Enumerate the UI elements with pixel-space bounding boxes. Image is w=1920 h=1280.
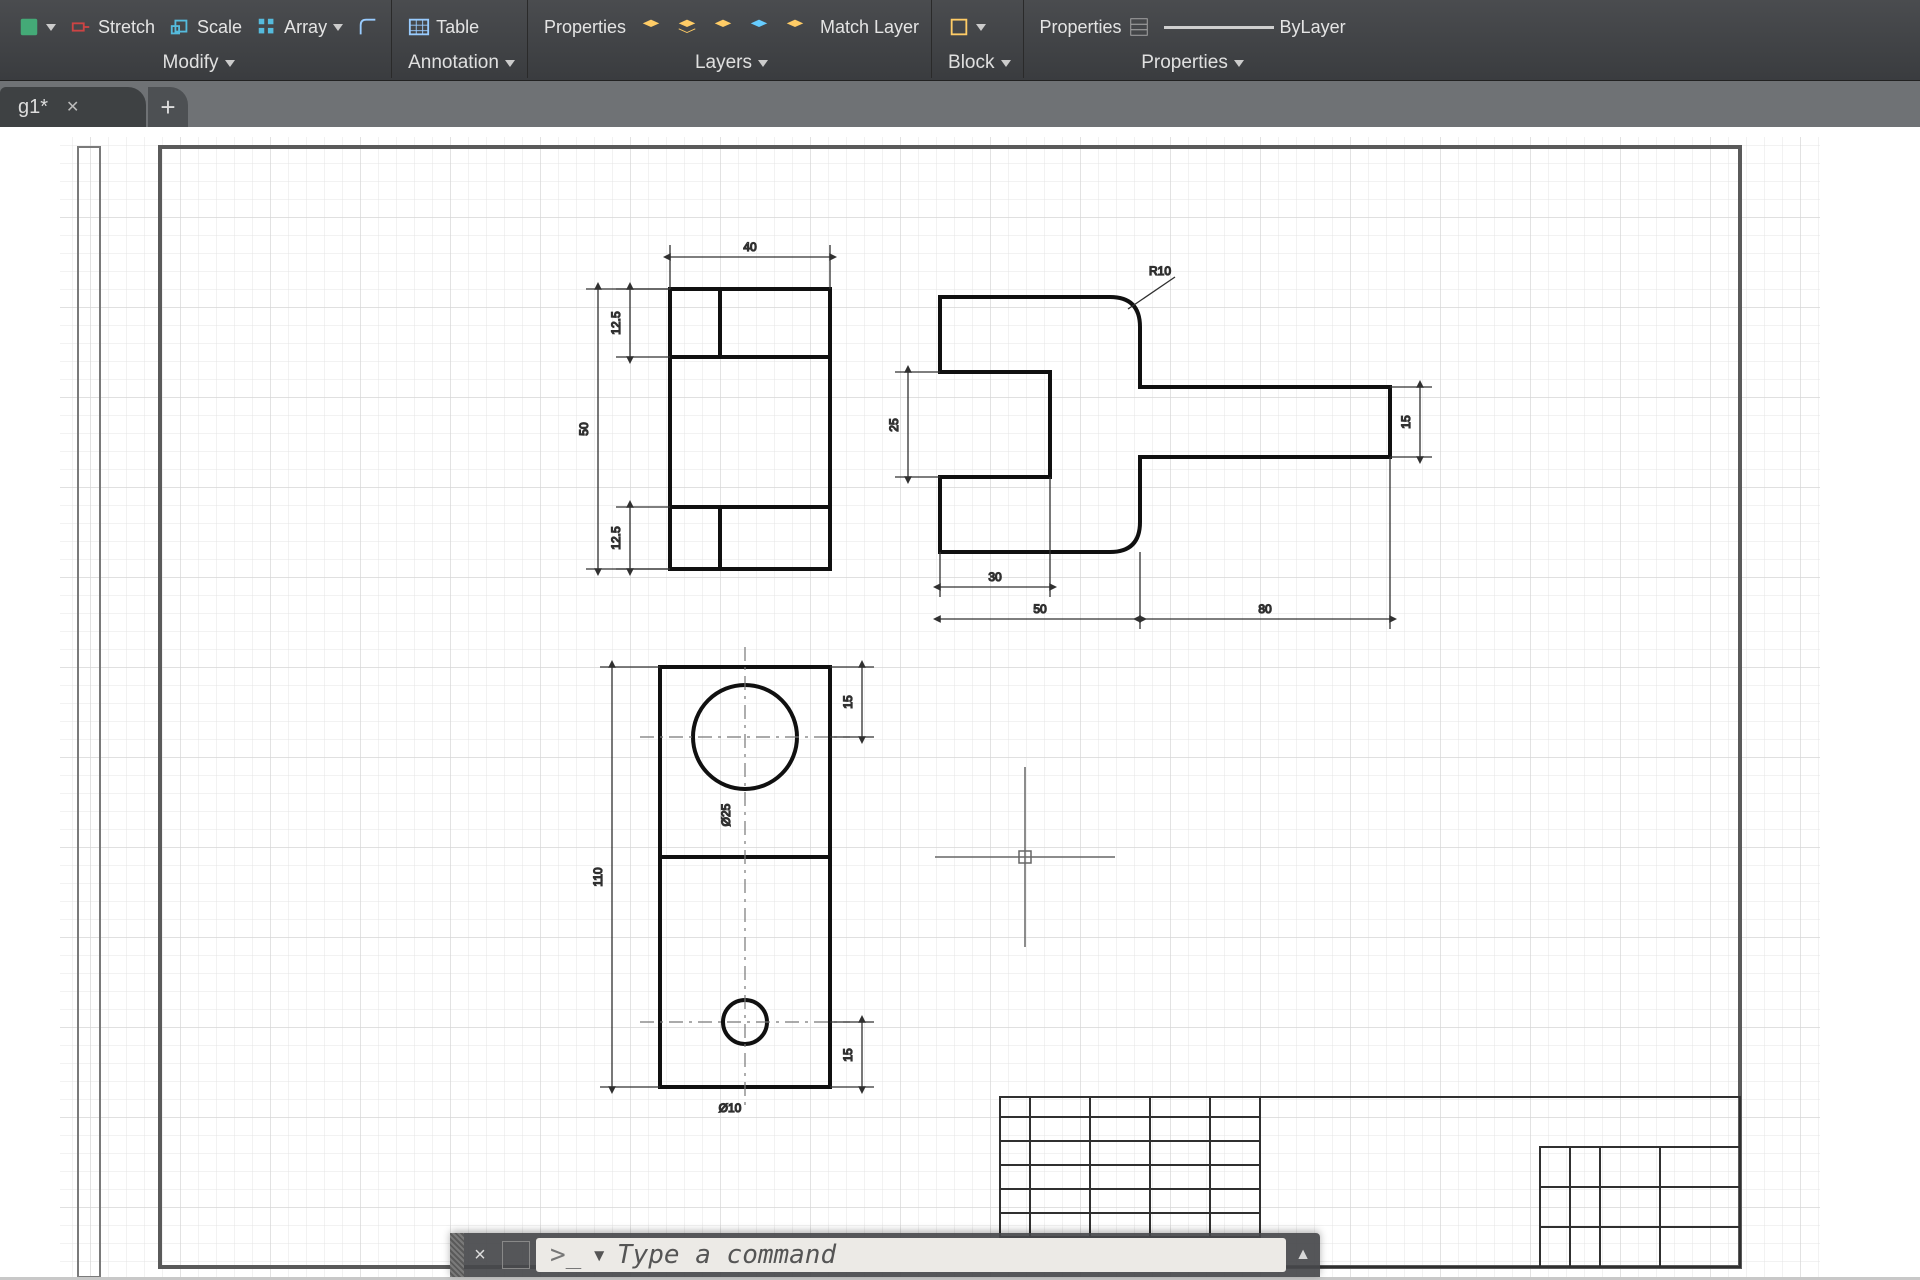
dim-plan-bighole: Ø25 [719, 803, 733, 826]
layer-tool-1[interactable] [640, 16, 662, 38]
match-layer-button[interactable]: Match Layer [820, 17, 919, 38]
properties-button[interactable]: Properties [1040, 16, 1150, 38]
panel-block: Block [936, 0, 1023, 78]
command-input[interactable]: >_ ▾ Type a command [536, 1238, 1286, 1272]
scale-label: Scale [197, 17, 242, 38]
array-button[interactable]: Array [256, 16, 343, 38]
new-tab-button[interactable]: + [148, 87, 188, 127]
dim-fork-notch: 30 [988, 570, 1002, 584]
cmd-close-icon[interactable]: × [464, 1244, 496, 1267]
drawing-canvas[interactable]: 40 12.5 50 12.5 R10 25 15 30 50 [0, 127, 1920, 1277]
dim-top-h1: 12.5 [609, 311, 623, 335]
layer-tool-5[interactable] [784, 16, 806, 38]
dim-fork-height: 15 [1399, 415, 1413, 429]
panel-title-layers[interactable]: Layers [544, 52, 919, 78]
cmd-grip[interactable] [450, 1233, 464, 1277]
panel-properties: Properties ByLayer Properties [1028, 0, 1358, 78]
dim-plan-smallhole: Ø10 [719, 1101, 742, 1115]
dim-top-h2: 12.5 [609, 526, 623, 550]
panel-title-properties[interactable]: Properties [1040, 52, 1346, 78]
ribbon: Stretch Scale Array Modify Table Annotat… [0, 0, 1920, 81]
layer-properties-button[interactable]: Properties [544, 17, 626, 38]
layer-tool-3[interactable] [712, 16, 734, 38]
match-layer-label: Match Layer [820, 17, 919, 38]
close-tab-icon[interactable]: ✕ [66, 97, 79, 117]
drawing-svg: 40 12.5 50 12.5 R10 25 15 30 50 [0, 127, 1920, 1277]
dim-top-mid: 50 [577, 422, 591, 436]
panel-modify: Stretch Scale Array Modify [6, 0, 392, 78]
panel-title-annotation[interactable]: Annotation [408, 52, 515, 78]
command-line[interactable]: × >_ ▾ Type a command ▲ [450, 1233, 1320, 1277]
cmd-bullet-icon: ▾ [591, 1240, 607, 1270]
panel-title-block[interactable]: Block [948, 52, 1010, 78]
file-tabstrip: g1* ✕ + [0, 81, 1920, 127]
linetype-label: ByLayer [1280, 17, 1346, 38]
panel-annotation: Table Annotation [396, 0, 528, 78]
panel-title-modify[interactable]: Modify [18, 52, 379, 78]
stretch-button[interactable]: Stretch [70, 16, 155, 38]
file-tab-label: g1* [18, 96, 48, 119]
dim-plan-total: 110 [591, 867, 605, 886]
cmd-expand-icon[interactable]: ▲ [1286, 1246, 1320, 1264]
panel-layers: Properties Match Layer Layers [532, 0, 932, 78]
dim-plan-top: 15 [841, 695, 855, 709]
properties-label: Properties [1040, 17, 1122, 38]
cmd-caret-icon: >_ [550, 1240, 581, 1270]
dim-fork-left: 50 [1033, 602, 1047, 616]
dim-fork-radius: R10 [1149, 264, 1171, 278]
linetype-selector[interactable]: ByLayer [1164, 17, 1346, 38]
dim-fork-right: 80 [1258, 602, 1272, 616]
block-tool[interactable] [948, 16, 986, 38]
layer-properties-label: Properties [544, 17, 626, 38]
layer-tool-2[interactable] [676, 16, 698, 38]
fillet-button[interactable] [357, 16, 379, 38]
array-label: Array [284, 17, 327, 38]
dim-top-width: 40 [743, 240, 757, 254]
command-placeholder: Type a command [617, 1240, 836, 1270]
dim-plan-bot: 15 [841, 1048, 855, 1062]
stretch-label: Stretch [98, 17, 155, 38]
cmd-customize-icon[interactable] [502, 1241, 530, 1269]
table-button[interactable]: Table [408, 16, 479, 38]
table-label: Table [436, 17, 479, 38]
layer-tool-4[interactable] [748, 16, 770, 38]
file-tab-active[interactable]: g1* ✕ [0, 87, 146, 127]
unknown-tool-1[interactable] [18, 16, 56, 38]
scale-button[interactable]: Scale [169, 16, 242, 38]
dim-fork-gap: 25 [887, 418, 901, 432]
